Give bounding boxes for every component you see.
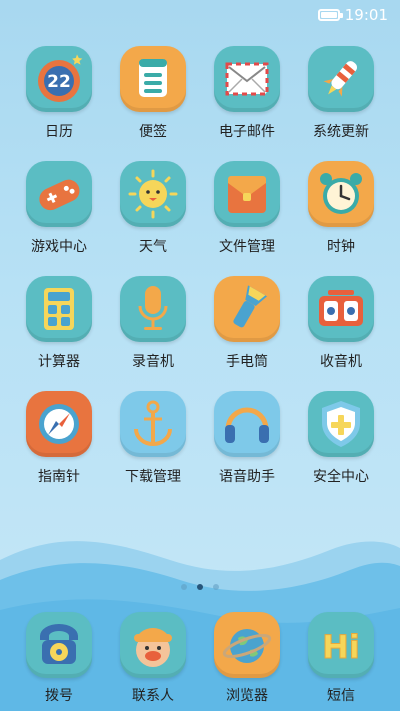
app-label: 联系人 (132, 688, 174, 704)
app-label: 指南针 (38, 469, 80, 485)
app-label: 天气 (139, 239, 167, 255)
app-label: 计算器 (38, 354, 80, 370)
page-dot-active[interactable] (197, 584, 203, 590)
shield-icon (308, 391, 374, 457)
app-notepad[interactable]: 便签 (106, 46, 200, 140)
page-dot[interactable] (181, 584, 187, 590)
app-label: 收音机 (320, 354, 362, 370)
app-label: 浏览器 (226, 688, 268, 704)
app-file-manager[interactable]: 文件管理 (200, 161, 294, 255)
page-indicator (0, 584, 400, 590)
app-label: 下载管理 (125, 469, 181, 485)
app-clock[interactable]: 时钟 (294, 161, 388, 255)
battery-icon (317, 9, 343, 21)
app-label: 录音机 (132, 354, 174, 370)
compass-icon (26, 391, 92, 457)
app-radio[interactable]: 收音机 (294, 276, 388, 370)
message-hi-icon: Hi (308, 612, 374, 678)
app-label: 安全中心 (313, 469, 369, 485)
mail-icon (214, 46, 280, 112)
app-weather[interactable]: 天气 (106, 161, 200, 255)
app-label: 手电筒 (226, 354, 268, 370)
svg-text:Hi: Hi (322, 628, 360, 666)
microphone-icon (120, 276, 186, 342)
headphones-icon (214, 391, 280, 457)
app-game-center[interactable]: 游戏中心 (12, 161, 106, 255)
app-label: 电子邮件 (219, 124, 275, 140)
app-flashlight[interactable]: 手电筒 (200, 276, 294, 370)
app-label: 拨号 (45, 688, 73, 704)
dock-app-browser[interactable]: 浏览器 (200, 612, 294, 704)
svg-text:22: 22 (47, 72, 71, 92)
app-security-center[interactable]: 安全中心 (294, 391, 388, 485)
app-label: 日历 (45, 124, 73, 140)
app-label: 语音助手 (219, 469, 275, 485)
sun-icon (120, 161, 186, 227)
app-mail[interactable]: 电子邮件 (200, 46, 294, 140)
dock-app-dialer[interactable]: 拨号 (12, 612, 106, 704)
folder-icon (214, 161, 280, 227)
calculator-icon (26, 276, 92, 342)
rocket-icon (308, 46, 374, 112)
app-label: 游戏中心 (31, 239, 87, 255)
app-label: 文件管理 (219, 239, 275, 255)
anchor-icon (120, 391, 186, 457)
dock-app-messages[interactable]: Hi 短信 (294, 612, 388, 704)
app-download-manager[interactable]: 下载管理 (106, 391, 200, 485)
contact-icon (120, 612, 186, 678)
app-voice-assistant[interactable]: 语音助手 (200, 391, 294, 485)
phone-icon (26, 612, 92, 678)
dock-app-contacts[interactable]: 联系人 (106, 612, 200, 704)
app-label: 短信 (327, 688, 355, 704)
globe-icon (214, 612, 280, 678)
app-label: 便签 (139, 124, 167, 140)
gamepad-icon (26, 161, 92, 227)
app-recorder[interactable]: 录音机 (106, 276, 200, 370)
app-label: 时钟 (327, 239, 355, 255)
app-calendar[interactable]: 22 日历 (12, 46, 106, 140)
app-system-update[interactable]: 系统更新 (294, 46, 388, 140)
radio-icon (308, 276, 374, 342)
notepad-icon (120, 46, 186, 112)
dock: 拨号 联系人 浏览器 Hi 短信 (0, 612, 400, 704)
calendar-icon: 22 (26, 46, 92, 112)
app-calculator[interactable]: 计算器 (12, 276, 106, 370)
status-time: 19:01 (344, 6, 388, 24)
page-dot[interactable] (213, 584, 219, 590)
app-grid: 22 日历 便签 电子邮件 系统更新 游戏中心 天气 文件管理 时钟 计算器 录… (0, 46, 400, 485)
alarm-clock-icon (308, 161, 374, 227)
app-compass[interactable]: 指南针 (12, 391, 106, 485)
flashlight-icon (214, 276, 280, 342)
status-bar: 19:01 (0, 0, 400, 30)
app-label: 系统更新 (313, 124, 369, 140)
